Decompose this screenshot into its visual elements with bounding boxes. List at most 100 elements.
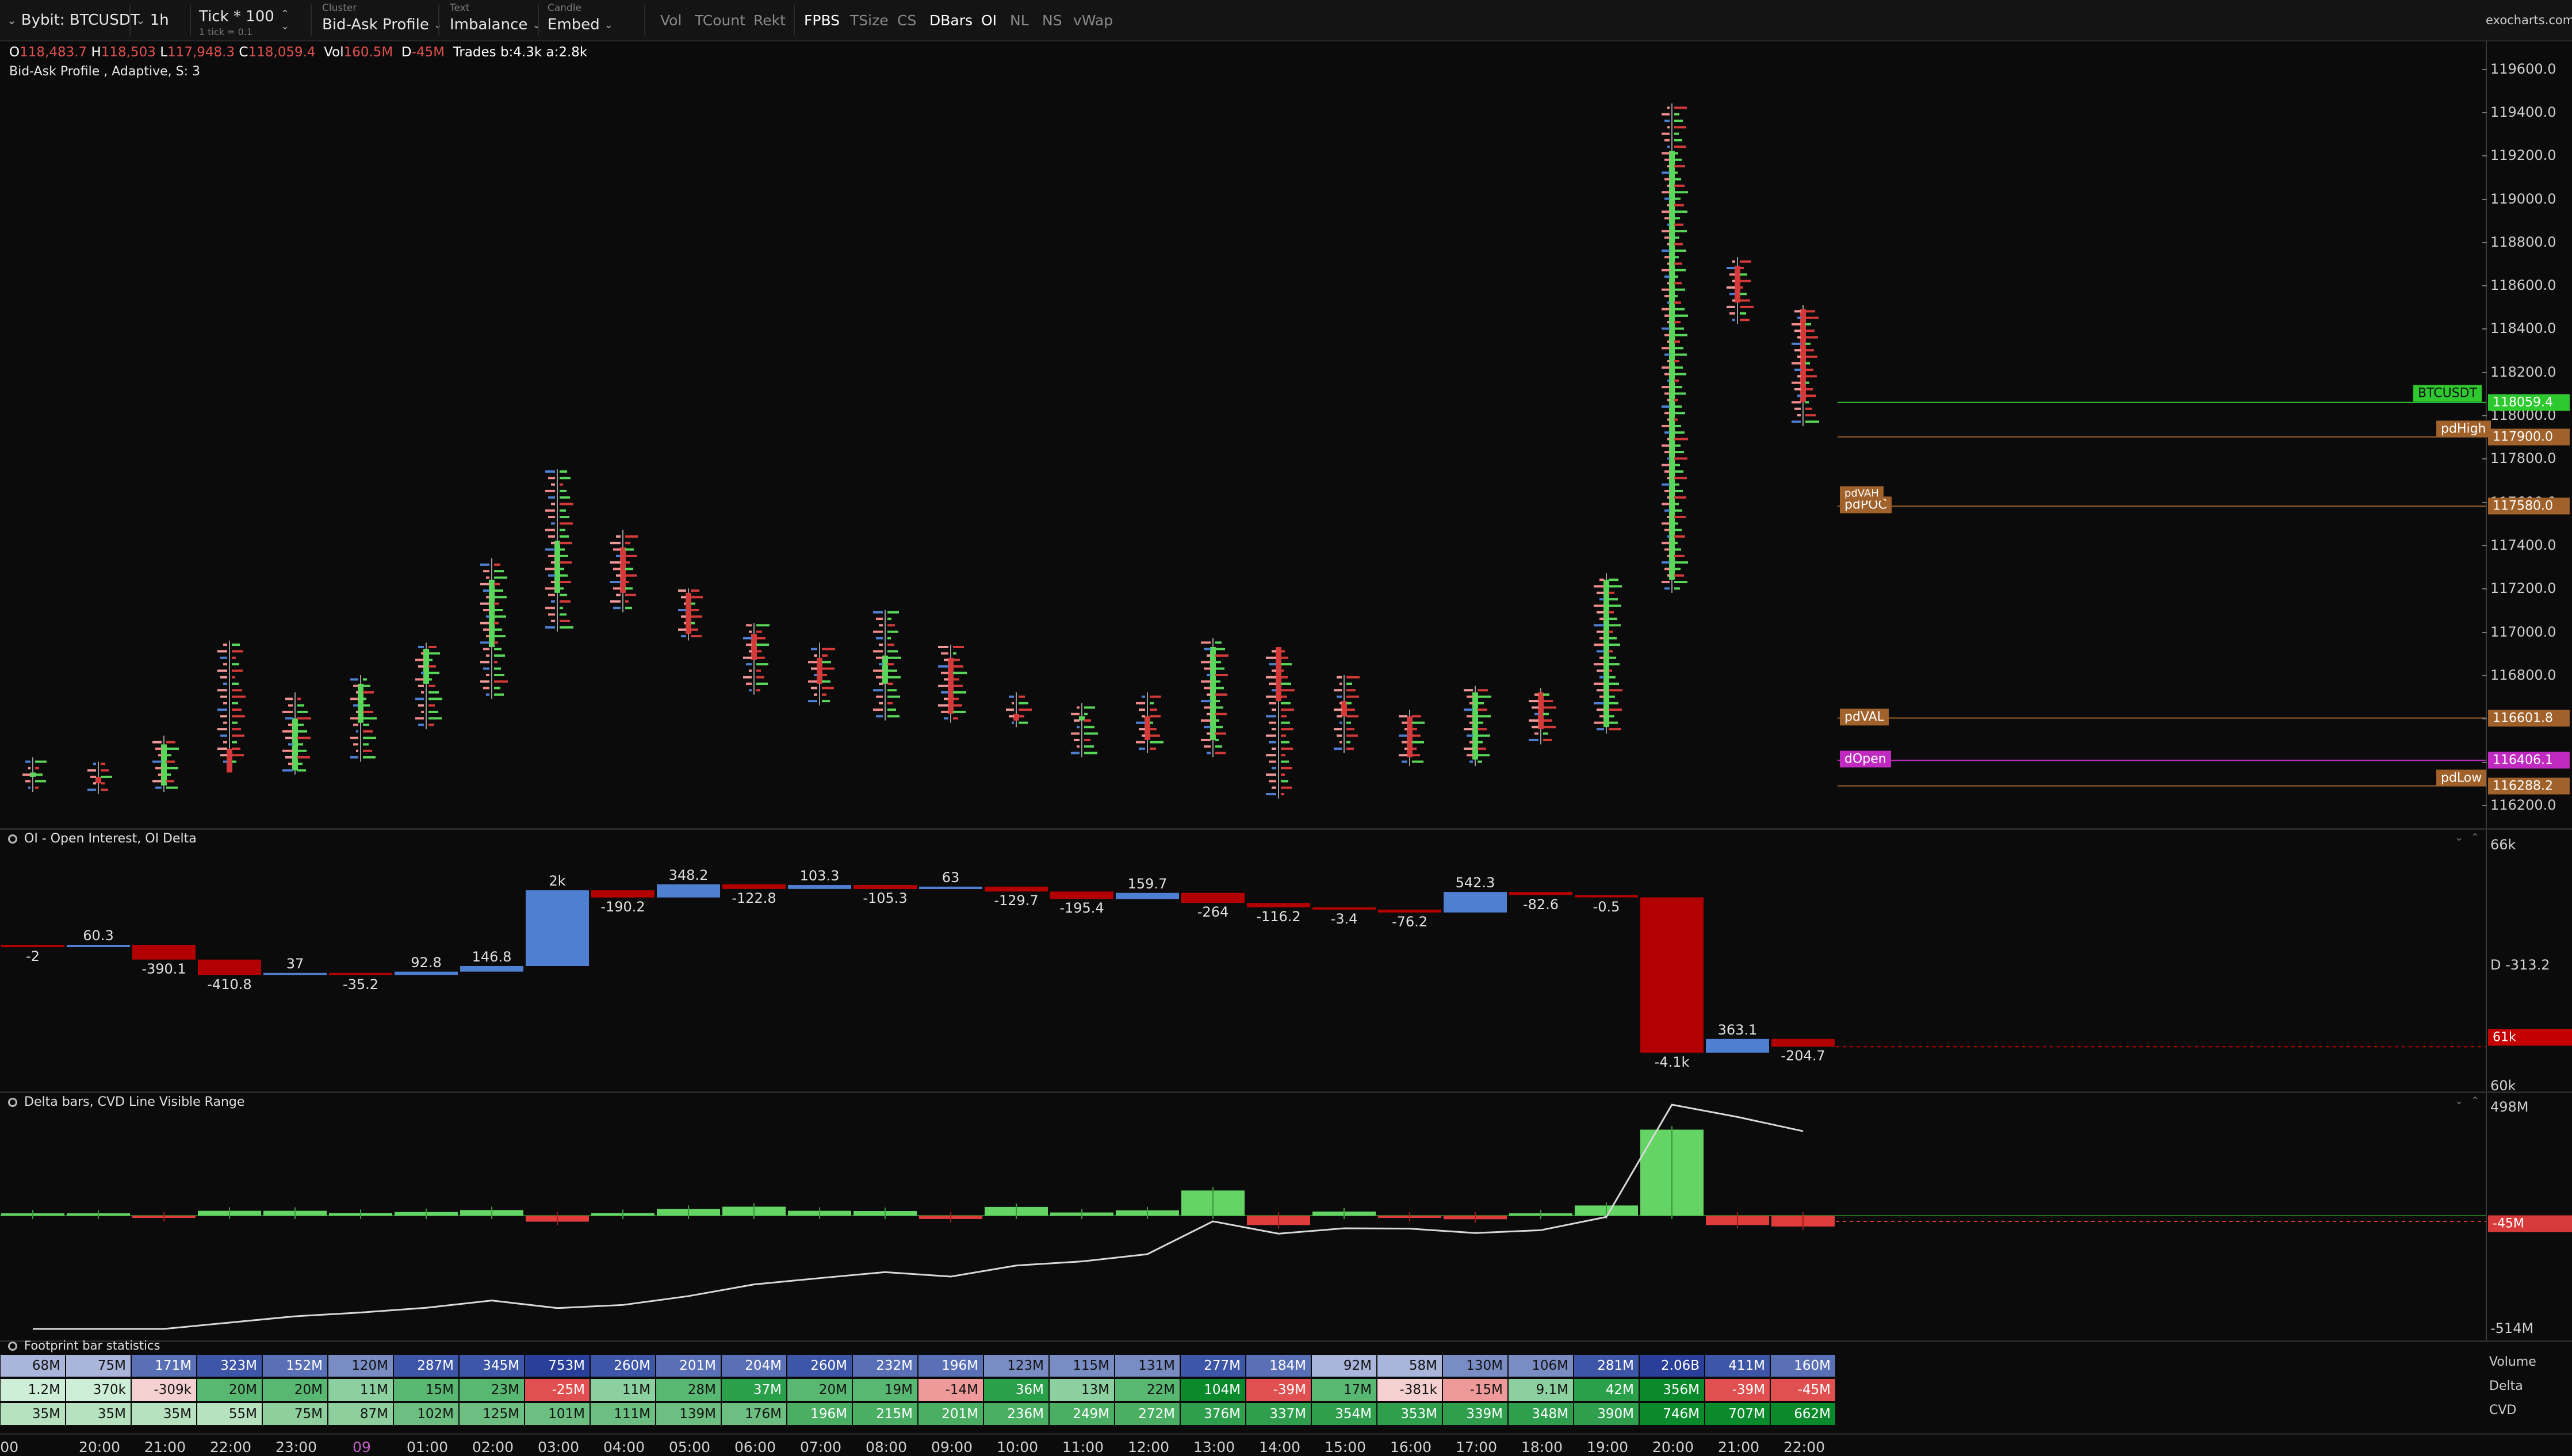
oi-delta-bar[interactable] [919, 886, 982, 890]
oi-delta-bar[interactable] [1, 945, 64, 947]
oi-delta-bar[interactable] [67, 945, 130, 947]
toggle-oi[interactable]: OI [981, 0, 997, 40]
cvd-cell: 376M [1181, 1403, 1245, 1425]
footprint-candle[interactable] [282, 692, 311, 775]
oi-chart[interactable] [0, 830, 2486, 1091]
oi-delta-bar[interactable] [591, 890, 655, 898]
footprint-candle[interactable] [1662, 103, 1688, 593]
footprint-candle[interactable] [1792, 305, 1819, 426]
timeframe-selector[interactable]: ⌄ 1h [136, 0, 169, 40]
text-selector[interactable]: Imbalance ⌄ [450, 0, 541, 40]
footprint-candle[interactable] [350, 675, 377, 762]
footprint-candle[interactable] [1006, 692, 1032, 727]
oi-delta-bar[interactable] [1509, 892, 1572, 895]
time-label: 19:00 [1586, 1439, 1629, 1455]
oi-delta-bar[interactable] [1771, 1039, 1835, 1047]
footprint-candle[interactable] [1201, 638, 1228, 758]
footprint-candle[interactable] [1136, 692, 1163, 753]
footprint-candle[interactable] [1464, 685, 1491, 767]
footprint-candle[interactable] [1266, 647, 1295, 799]
oi-delta-bar[interactable] [329, 972, 392, 975]
oi-delta-bar[interactable] [1116, 892, 1179, 899]
oi-delta-bar[interactable] [198, 959, 261, 975]
oi-delta-bar[interactable] [1575, 895, 1638, 898]
oi-delta-label: 63 [941, 869, 960, 886]
oi-delta-bar[interactable] [1247, 903, 1310, 907]
delta-chart[interactable] [0, 1093, 2486, 1340]
profile-bar [1532, 706, 1538, 709]
footprint-candle[interactable] [1399, 710, 1425, 767]
chevron-up-icon[interactable]: ⌃ [281, 8, 289, 20]
toggle-dbars[interactable]: DBars [929, 0, 973, 40]
profile-bar [1478, 728, 1487, 731]
footprint-candle[interactable] [22, 757, 47, 792]
toggle-ns[interactable]: NS [1042, 0, 1062, 40]
oi-delta-bar[interactable] [788, 885, 851, 889]
pane-divider[interactable] [0, 1340, 2572, 1342]
oi-delta-label: -122.8 [732, 890, 776, 906]
footprint-candle[interactable] [480, 558, 508, 699]
toggle-rekt[interactable]: Rekt [753, 0, 786, 40]
footprint-candle[interactable] [415, 642, 442, 730]
oi-delta-bar[interactable] [985, 886, 1048, 892]
oi-delta-bar[interactable] [722, 884, 786, 889]
oi-delta-bar[interactable] [1050, 891, 1113, 899]
oi-delta-bar[interactable] [132, 945, 196, 960]
footprint-candle[interactable] [217, 640, 246, 773]
footprint-candle[interactable] [1594, 573, 1622, 734]
symbol-selector[interactable]: ⌄ Bybit: BTCUSDT [7, 0, 140, 40]
oi-delta-bar[interactable] [263, 972, 327, 975]
toggle-cs[interactable]: CS [897, 0, 916, 40]
profile-bar [1674, 236, 1679, 239]
oi-delta-bar[interactable] [1181, 892, 1245, 903]
footprint-candle[interactable] [678, 588, 703, 641]
candle-body [554, 541, 560, 593]
profile-bar [1805, 388, 1813, 390]
oi-delta-bar[interactable] [460, 965, 523, 972]
footprint-candle[interactable] [808, 642, 835, 706]
tick-stepper[interactable]: ⌃ ⌄ [281, 0, 289, 40]
toggle-vwap[interactable]: vWap [1073, 0, 1113, 40]
oi-delta-bar[interactable] [1640, 897, 1704, 1053]
footprint-candle[interactable] [1334, 675, 1360, 753]
footprint-title[interactable]: Footprint bar statistics [8, 1339, 160, 1352]
footprint-candle[interactable] [938, 645, 967, 723]
price-tick-label: 118400.0 [2490, 320, 2556, 337]
toggle-nl[interactable]: NL [1010, 0, 1029, 40]
profile-bar [1534, 712, 1538, 715]
text-value: Imbalance [450, 16, 528, 33]
oi-delta-bar[interactable] [526, 890, 589, 966]
profile-bar [220, 734, 227, 737]
profile-bar [1597, 611, 1604, 614]
footprint-candle[interactable] [545, 469, 573, 632]
candle-selector[interactable]: Embed ⌄ [548, 0, 613, 40]
price-chart[interactable] [0, 41, 2486, 828]
toggle-tcount[interactable]: TCount [695, 0, 745, 40]
profile-bar [288, 763, 293, 765]
toggle-fpbs[interactable]: FPBS [804, 0, 840, 40]
oi-delta-bar[interactable] [1706, 1039, 1769, 1053]
cluster-selector[interactable]: Bid-Ask Profile ⌄ [322, 0, 442, 40]
footprint-candle[interactable] [1529, 688, 1556, 745]
profile-bar [887, 618, 891, 620]
profile-bar [551, 542, 555, 545]
footprint-candle[interactable] [1071, 703, 1098, 758]
chevron-down-icon[interactable]: ⌄ [281, 20, 289, 32]
footprint-candle[interactable] [87, 761, 112, 795]
oi-delta-bar[interactable] [1444, 892, 1507, 913]
footprint-candle[interactable] [743, 623, 770, 695]
oi-delta-bar[interactable] [1378, 909, 1441, 913]
footprint-candle[interactable] [610, 530, 638, 612]
oi-delta-bar[interactable] [657, 884, 720, 898]
toggle-vol[interactable]: Vol [660, 0, 682, 40]
toggle-tsize[interactable]: TSize [850, 0, 889, 40]
profile-bar [1805, 349, 1814, 352]
oi-delta-bar[interactable] [395, 971, 458, 975]
footprint-candle[interactable] [873, 610, 901, 721]
footprint-candle[interactable] [152, 735, 179, 792]
oi-delta-bar[interactable] [853, 885, 917, 890]
gear-icon[interactable] [8, 1342, 17, 1351]
footprint-candle[interactable] [1727, 257, 1754, 324]
profile-bar [1084, 745, 1094, 748]
oi-delta-bar[interactable] [1312, 907, 1376, 910]
